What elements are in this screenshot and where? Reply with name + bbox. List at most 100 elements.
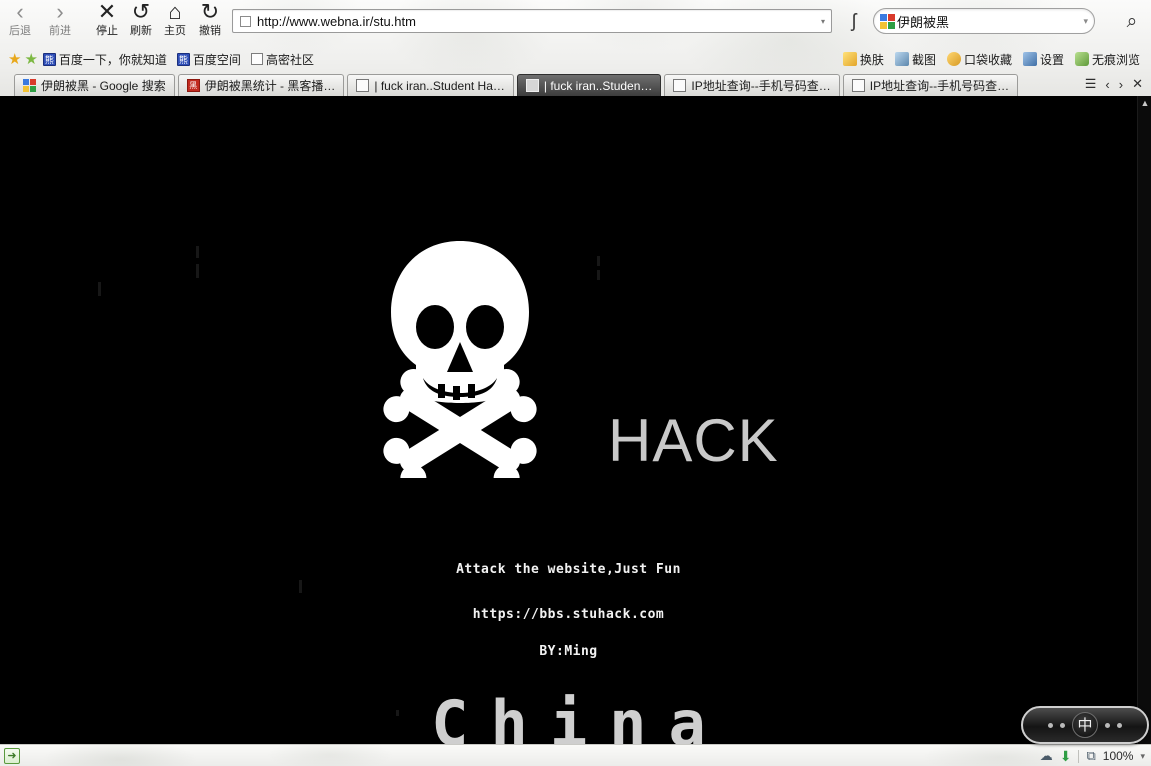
tab-ip-lookup-1[interactable]: IP地址查询--手机号码查… (664, 74, 840, 96)
scroll-up-icon[interactable]: ▲ (1139, 97, 1151, 109)
favorites-star-icon[interactable]: ★ (8, 50, 21, 68)
home-button[interactable]: ⌂ 主页 (155, 0, 195, 38)
navigate-icon[interactable]: ➜ (4, 748, 20, 764)
bookmark-item-gaomi[interactable]: 高密社区 (249, 50, 319, 69)
tab-google-search[interactable]: 伊朗被黑 - Google 搜索 (14, 74, 175, 96)
screenshot-label: 截图 (911, 52, 936, 67)
tab-hack-stats[interactable]: 黑 伊朗被黑统计 - 黑客播… (177, 74, 345, 96)
settings-label: 设置 (1039, 52, 1064, 67)
zoom-icon[interactable]: ⧉ (1086, 748, 1095, 764)
pocket-button[interactable]: 口袋收藏 (945, 50, 1017, 69)
ime-dot-icon[interactable] (1105, 722, 1110, 728)
blank-page-icon (250, 53, 263, 65)
tab-title: IP地址查询--手机号码查… (691, 79, 831, 93)
ime-dot-icon[interactable] (1048, 722, 1053, 728)
render-artifact (597, 256, 600, 266)
incognito-label: 无痕浏览 (1091, 52, 1140, 67)
navigation-toolbar: ‹ 后退 › 前进 ✕ 停止 ↺ 刷新 ⌂ 主页 ↻ 撤销 http://www… (0, 0, 1151, 44)
render-artifact (597, 270, 600, 280)
defaced-page-content: HACK Attack the website,Just Fun https:/… (0, 96, 1137, 744)
blank-page-icon (525, 79, 539, 92)
google-icon (23, 79, 36, 92)
ime-dot-icon[interactable] (1117, 722, 1122, 728)
status-bar: ➜ ☁ ⬇ ⧉ 100% ▾ (0, 744, 1151, 766)
back-button[interactable]: ‹ 后退 (0, 0, 40, 38)
tab-title: | fuck iran..Studen… (543, 78, 653, 93)
tab-list-icon[interactable]: ☰ (1085, 76, 1097, 92)
tab-fuck-iran-1[interactable]: | fuck iran..Student Ha… (347, 74, 514, 96)
bookmarks-list: ★ ★ 熊 百度一下，你就知道 熊 百度空间 高密社区 (8, 46, 319, 72)
forward-arrow-icon: › (56, 0, 64, 24)
tab-list: 伊朗被黑 - Google 搜索 黑 伊朗被黑统计 - 黑客播… | fuck … (14, 74, 1021, 96)
zoom-level-label[interactable]: 100% (1103, 749, 1134, 763)
chevron-down-icon[interactable]: ▾ (821, 17, 827, 26)
close-icon[interactable]: ✕ (1132, 76, 1143, 92)
skin-button[interactable]: 换肤 (841, 50, 889, 69)
settings-icon (1022, 52, 1037, 66)
undo-button[interactable]: ↻ 撤销 (190, 0, 230, 38)
search-go-button[interactable]: ⌕ (1120, 10, 1144, 34)
tab-prev-icon[interactable]: ‹ (1105, 77, 1109, 92)
incognito-icon (1074, 52, 1089, 66)
pocket-icon (946, 52, 961, 66)
home-icon: ⌂ (168, 0, 182, 24)
incognito-button[interactable]: 无痕浏览 (1073, 50, 1145, 69)
vertical-scrollbar[interactable]: ▲ (1137, 96, 1151, 744)
screenshot-button[interactable]: 截图 (893, 50, 941, 69)
download-icon[interactable]: ⬇ (1060, 748, 1072, 765)
search-split-icon: ʃ (851, 11, 857, 32)
tab-strip: 伊朗被黑 - Google 搜索 黑 伊朗被黑统计 - 黑客播… | fuck … (0, 74, 1151, 96)
tab-controls: ☰ ‹ › ✕ (1085, 76, 1143, 92)
tab-title: IP地址查询--手机号码查… (869, 79, 1010, 93)
screenshot-icon (894, 52, 909, 66)
render-artifact (196, 246, 199, 258)
browser-chrome: ‹ 后退 › 前进 ✕ 停止 ↺ 刷新 ⌂ 主页 ↻ 撤销 http://www… (0, 0, 1151, 96)
baidu-icon: 熊 (42, 52, 56, 66)
forward-button-label: 前进 (49, 25, 71, 37)
skull-and-crossbones-icon (383, 238, 538, 492)
ime-mode-button[interactable]: 中 (1072, 712, 1098, 738)
search-input-value: 伊朗被黑 (897, 14, 950, 30)
skin-label: 换肤 (859, 52, 884, 67)
add-favorite-icon[interactable]: ★ (24, 50, 37, 68)
ime-toolbar[interactable]: 中 (1021, 706, 1149, 744)
bookmark-label: 百度一下，你就知道 (58, 52, 167, 67)
divider (1078, 749, 1080, 763)
chevron-down-icon[interactable]: ▾ (1083, 16, 1088, 27)
render-artifact (299, 580, 302, 593)
page-icon (240, 15, 251, 27)
undo-button-label: 撤销 (199, 25, 221, 37)
ime-dot-icon[interactable] (1060, 722, 1065, 728)
blank-page-icon (356, 79, 370, 92)
pocket-label: 口袋收藏 (963, 52, 1012, 67)
page-viewport: HACK Attack the website,Just Fun https:/… (0, 96, 1151, 744)
render-artifact (98, 282, 101, 296)
bookmark-item-baidu-search[interactable]: 熊 百度一下，你就知道 (41, 50, 172, 69)
tab-title: 伊朗被黑统计 - 黑客播… (204, 79, 336, 93)
cloud-icon[interactable]: ☁ (1040, 748, 1053, 764)
status-bar-right: ☁ ⬇ ⧉ 100% ▾ (1040, 745, 1145, 766)
author-text: BY:Ming (539, 644, 598, 659)
forward-button[interactable]: › 前进 (40, 0, 80, 38)
address-bar[interactable]: http://www.webna.ir/stu.htm ▾ (232, 9, 832, 33)
bookmarks-bar: ★ ★ 熊 百度一下，你就知道 熊 百度空间 高密社区 换肤 截图 口袋收藏 设… (0, 46, 1151, 72)
back-arrow-icon: ‹ (16, 0, 24, 24)
tab-ip-lookup-2[interactable]: IP地址查询--手机号码查… (842, 74, 1019, 96)
bookmark-label: 百度空间 (192, 52, 241, 67)
tab-fuck-iran-2[interactable]: | fuck iran..Studen… (516, 74, 662, 96)
tab-next-icon[interactable]: › (1119, 77, 1123, 92)
bookmark-label: 高密社区 (265, 52, 314, 67)
settings-button[interactable]: 设置 (1021, 50, 1069, 69)
undo-icon: ↻ (200, 0, 220, 24)
blank-page-icon (851, 79, 865, 92)
tab-title: 伊朗被黑 - Google 搜索 (41, 79, 166, 93)
tab-title: | fuck iran..Student Ha… (374, 78, 505, 93)
skin-icon (842, 52, 857, 66)
chevron-down-icon[interactable]: ▾ (1140, 751, 1145, 762)
hack-heading: HACK (608, 407, 779, 474)
country-heading: China (431, 687, 728, 745)
render-artifact (196, 264, 199, 278)
baidu-icon: 熊 (176, 52, 190, 66)
bookmark-item-baidu-space[interactable]: 熊 百度空间 (175, 50, 246, 69)
search-input[interactable]: 伊朗被黑 ▾ (873, 8, 1095, 34)
